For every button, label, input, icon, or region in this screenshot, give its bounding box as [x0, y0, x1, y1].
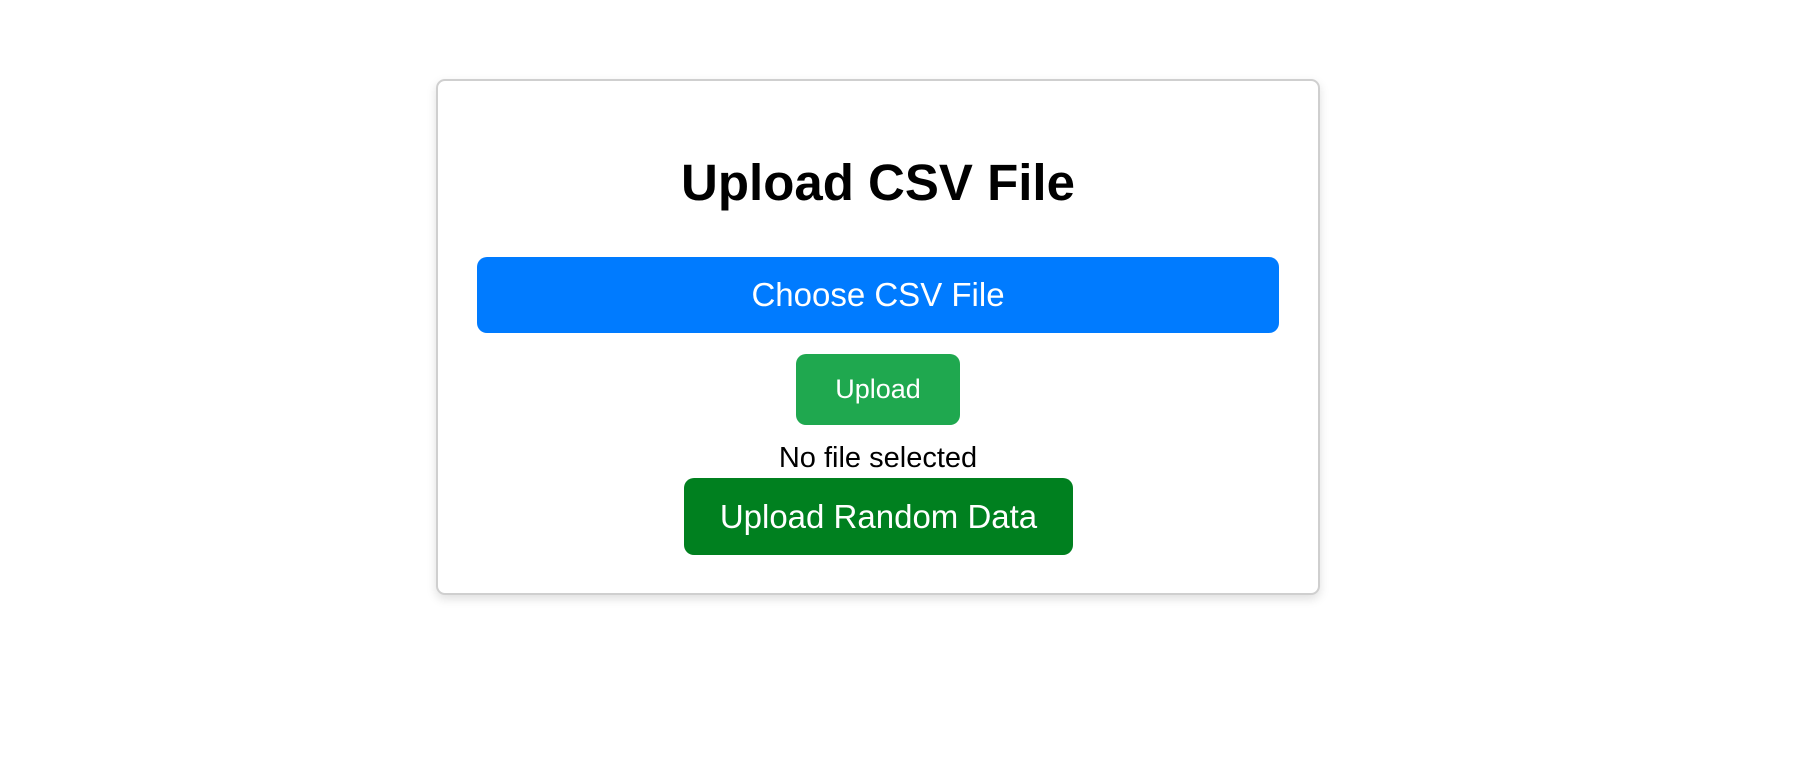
upload-random-data-button[interactable]: Upload Random Data	[684, 478, 1073, 555]
file-status-text: No file selected	[778, 442, 978, 474]
upload-card: Upload CSV File Choose CSV File Upload N…	[436, 79, 1320, 595]
page-title: Upload CSV File	[681, 154, 1075, 211]
choose-csv-file-button[interactable]: Choose CSV File	[477, 257, 1279, 333]
upload-button[interactable]: Upload	[796, 354, 960, 425]
